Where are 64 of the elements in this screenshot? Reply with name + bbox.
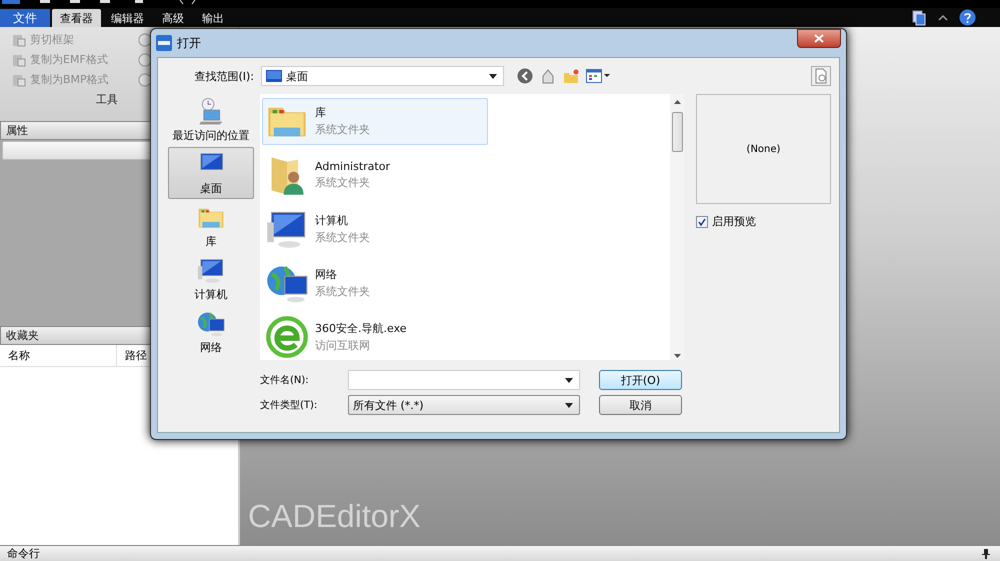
logo-text: CADEditorX (248, 498, 420, 535)
tool-icon (138, 32, 152, 46)
file-name: 网络 (315, 266, 338, 282)
file-type-dropdown[interactable]: 所有文件 (*.*) (348, 395, 580, 415)
clipboard-icon (12, 52, 26, 66)
monitor-icon (266, 70, 282, 82)
ribbon-tab[interactable]: 查看器 (52, 9, 101, 27)
file-item[interactable]: Administrator 系统文件夹 (262, 152, 488, 199)
file-item[interactable]: 360安全.导航.exe 访问互联网 (262, 313, 488, 360)
ribbon-group-label: 工具 (95, 92, 119, 107)
checkbox-label: 启用预览 (712, 214, 756, 229)
file-menu-button[interactable]: 文件 (0, 9, 50, 27)
cad-app-icon (156, 35, 172, 51)
checkmark-icon (698, 218, 706, 226)
file-type-label: 文件类型(T): (260, 398, 318, 412)
dropdown-arrow-icon (489, 74, 497, 78)
file-name-label: 文件名(N): (260, 374, 310, 387)
back-icon[interactable] (517, 68, 533, 84)
dropdown-arrow-icon (565, 402, 573, 408)
dialog-title: 打开 (177, 34, 201, 52)
file-description: 系统文件夹 (315, 230, 370, 245)
command-bar-title: 命令行 (7, 546, 40, 561)
cancel-button[interactable]: 取消 (599, 395, 682, 415)
tool-icon (138, 52, 152, 66)
scroll-down-icon (674, 354, 680, 358)
file-description: 访问互联网 (315, 338, 371, 353)
look-in-dropdown[interactable]: 桌面 (261, 66, 504, 86)
file-description: 系统文件夹 (315, 122, 370, 138)
file-name: 计算机 (315, 212, 349, 228)
pin-icon[interactable] (982, 548, 990, 558)
preview-text: (None) (746, 144, 780, 154)
column-header[interactable]: 名称 (0, 345, 117, 366)
help-icon[interactable] (959, 9, 976, 26)
places-bar-item[interactable]: 计算机 (168, 253, 254, 305)
file-description: 系统文件夹 (315, 284, 370, 299)
close-icon (814, 34, 824, 43)
preview-toggle-icon[interactable] (811, 66, 831, 86)
file-item[interactable]: 库 系统文件夹 (262, 98, 488, 145)
places-bar-item[interactable]: 库 (168, 200, 254, 252)
checkbox[interactable] (696, 216, 708, 228)
view-menu-icon[interactable] (586, 69, 610, 83)
file-description: 系统文件夹 (315, 175, 371, 190)
scrollbar[interactable] (670, 94, 684, 360)
file-name-field[interactable] (348, 370, 580, 390)
places-bar-item[interactable]: 桌面 (168, 147, 254, 199)
file-name: Administrator (315, 160, 390, 174)
tool-icon (138, 72, 152, 86)
new-folder-icon[interactable] (563, 68, 579, 84)
close-button[interactable] (797, 29, 841, 48)
scroll-up-icon (674, 100, 680, 104)
clipboard-icon (12, 72, 26, 86)
ribbon-tab[interactable]: 高级 (154, 9, 192, 27)
window-copy-icon[interactable] (911, 10, 927, 26)
file-item[interactable]: 网络 系统文件夹 (262, 259, 488, 306)
dropdown-arrow-icon (565, 378, 573, 382)
file-name: 库 (315, 105, 327, 120)
file-item[interactable]: 计算机 系统文件夹 (262, 206, 488, 252)
look-in-label: 查找范围(I): (193, 68, 254, 84)
ribbon-tab[interactable]: 编辑器 (103, 9, 152, 27)
clipboard-icon (12, 32, 26, 46)
ribbon-tab[interactable]: 输出 (194, 9, 232, 27)
open-button[interactable]: 打开(O) (599, 370, 682, 390)
scroll-thumb[interactable] (672, 112, 682, 152)
file-name: 360安全.导航.exe (315, 320, 407, 336)
